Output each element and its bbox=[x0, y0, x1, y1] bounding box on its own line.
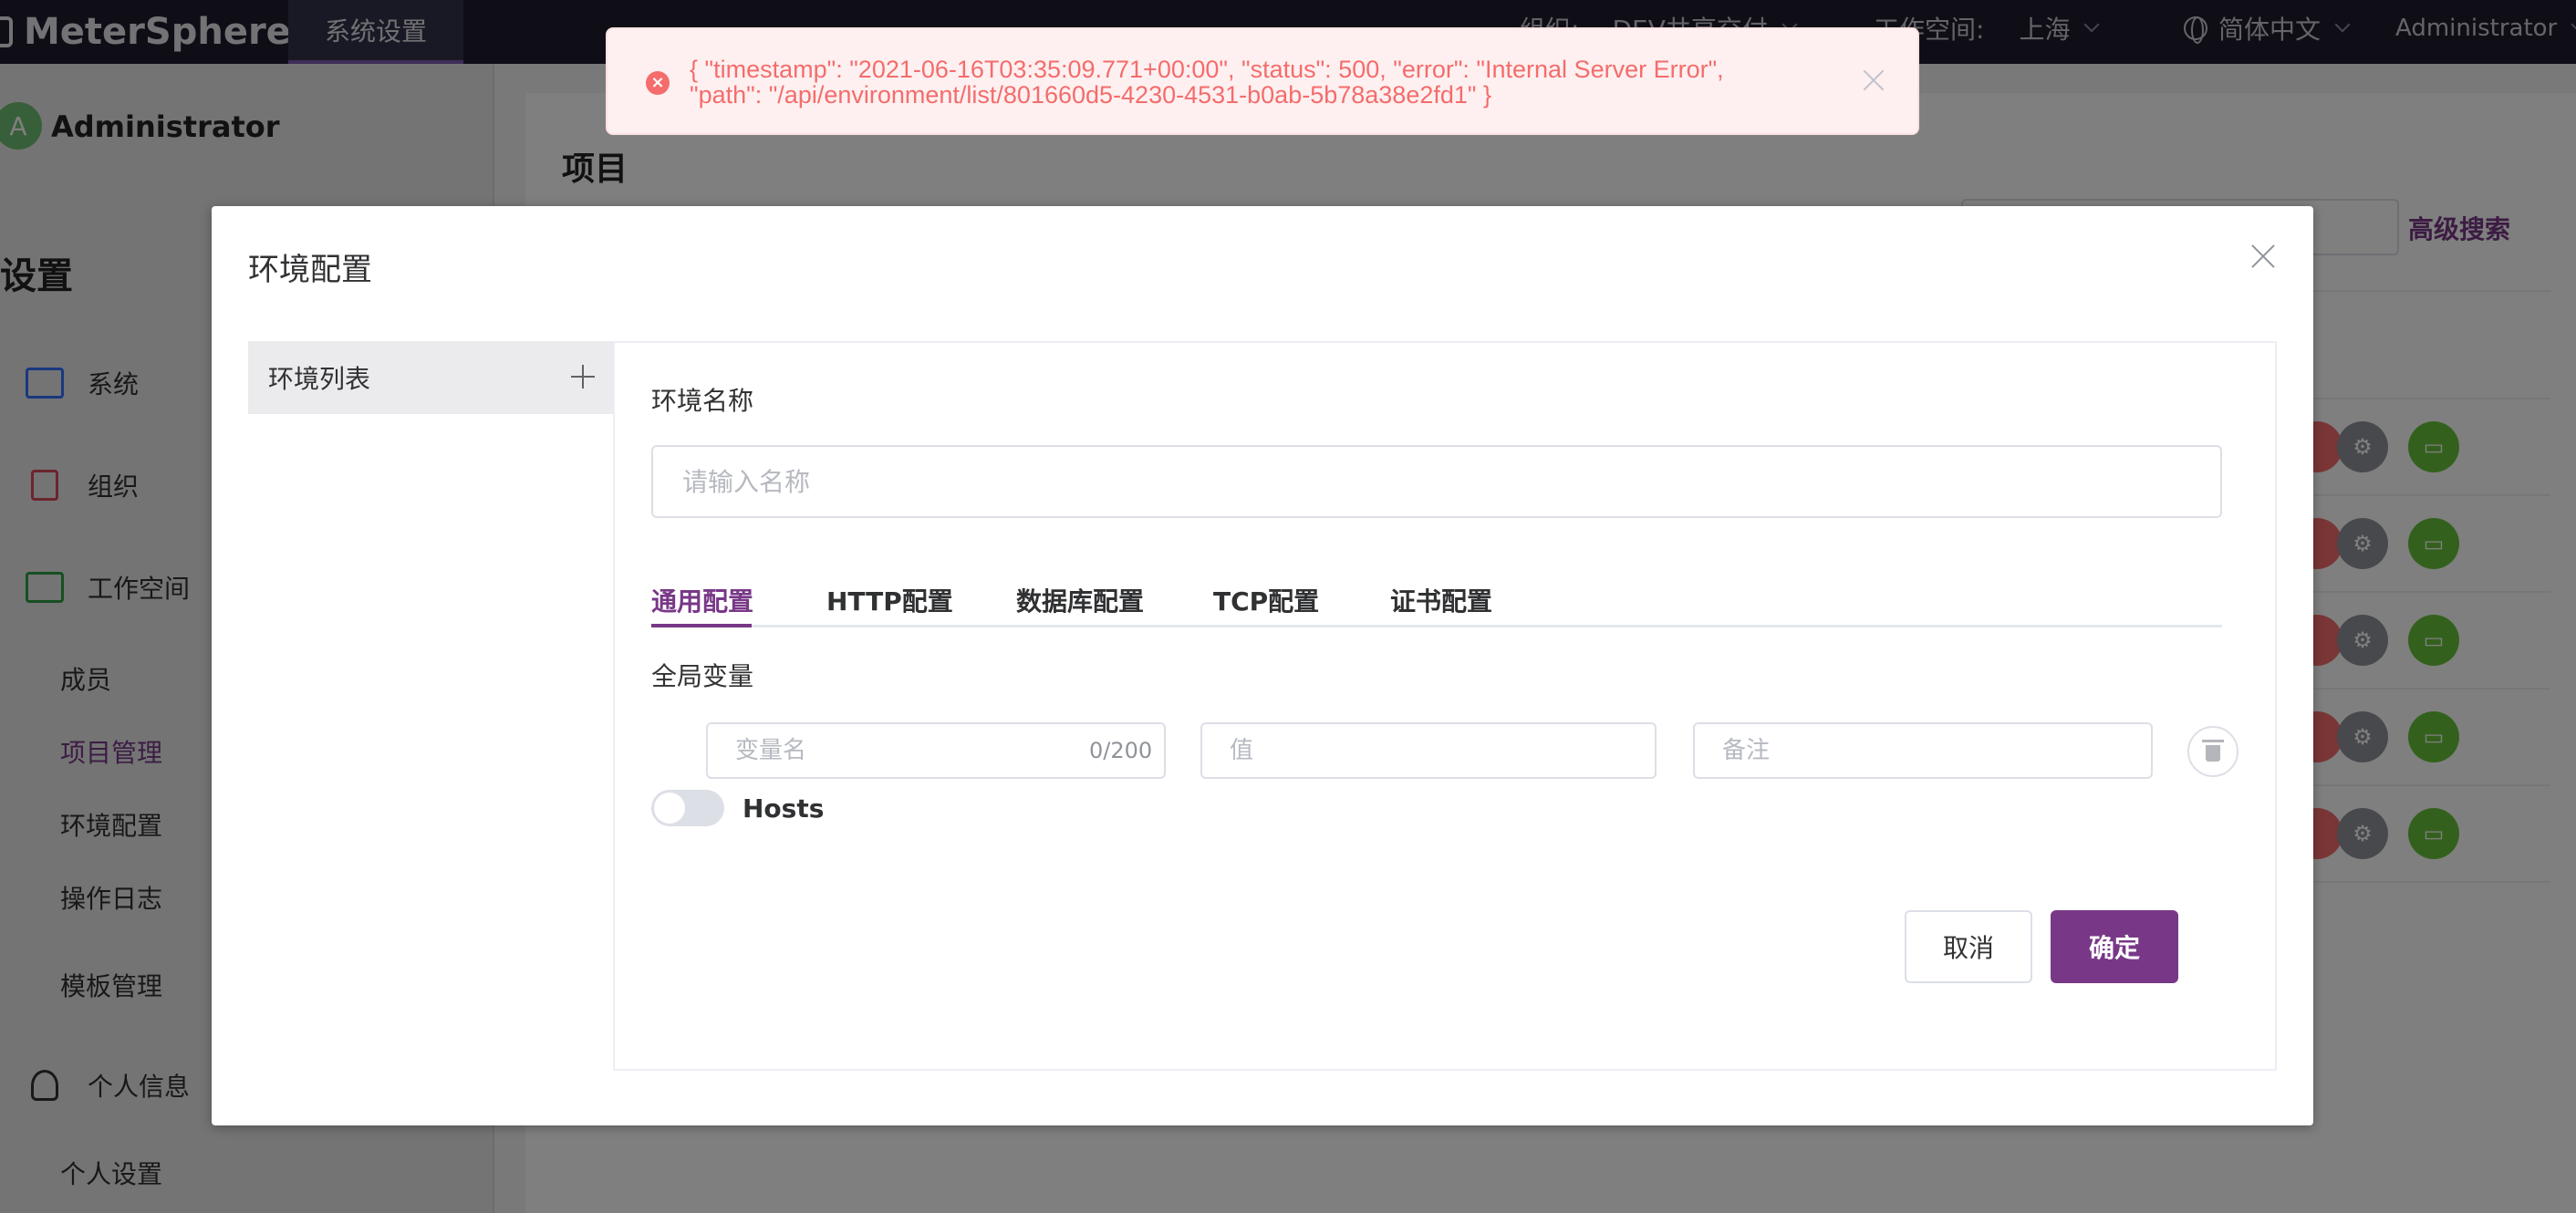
variable-remark-input[interactable] bbox=[1693, 722, 2153, 779]
confirm-button[interactable]: 确定 bbox=[2051, 910, 2178, 983]
error-message-line: "path": "/api/environment/list/801660d5-… bbox=[690, 81, 1491, 109]
tab-certificate-config[interactable]: 证书配置 bbox=[1390, 582, 1492, 627]
add-environment-icon[interactable] bbox=[571, 365, 595, 389]
hosts-toggle[interactable] bbox=[651, 790, 724, 826]
error-message-line: { "timestamp": "2021-06-16T03:35:09.771+… bbox=[690, 56, 1724, 83]
environment-config-dialog: 环境配置 环境列表 环境名称 通用配置 HTTP配置 数据库配置 TCP配置 证… bbox=[212, 206, 2313, 1125]
environment-name-label: 环境名称 bbox=[651, 386, 754, 416]
tab-tcp-config[interactable]: TCP配置 bbox=[1213, 582, 1319, 627]
global-variables-label: 全局变量 bbox=[651, 661, 754, 691]
tab-http-config[interactable]: HTTP配置 bbox=[826, 582, 953, 627]
error-toast: × { "timestamp": "2021-06-16T03:35:09.77… bbox=[606, 27, 1919, 135]
error-icon: × bbox=[646, 71, 670, 95]
environment-list-header: 环境列表 bbox=[248, 341, 615, 414]
variable-name-count: 0/200 bbox=[1089, 738, 1153, 763]
environment-list-label: 环境列表 bbox=[268, 364, 371, 394]
environment-name-input[interactable] bbox=[651, 445, 2222, 518]
environment-edit-panel: 环境名称 通用配置 HTTP配置 数据库配置 TCP配置 证书配置 全局变量 0… bbox=[613, 341, 2277, 1071]
close-icon[interactable] bbox=[2249, 243, 2277, 270]
variable-value-input[interactable] bbox=[1200, 722, 1657, 779]
close-icon[interactable] bbox=[1863, 69, 1885, 91]
hosts-label: Hosts bbox=[743, 793, 825, 824]
tab-general-config[interactable]: 通用配置 bbox=[651, 582, 753, 627]
dialog-title: 环境配置 bbox=[248, 252, 372, 288]
cancel-button[interactable]: 取消 bbox=[1905, 910, 2032, 983]
tab-database-config[interactable]: 数据库配置 bbox=[1016, 582, 1144, 627]
delete-variable-button[interactable] bbox=[2187, 726, 2238, 777]
config-tabs: 通用配置 HTTP配置 数据库配置 TCP配置 证书配置 bbox=[651, 582, 2222, 627]
active-tab-indicator bbox=[651, 624, 752, 627]
error-message: { "timestamp": "2021-06-16T03:35:09.771+… bbox=[690, 57, 1839, 108]
trash-icon bbox=[2202, 740, 2224, 762]
